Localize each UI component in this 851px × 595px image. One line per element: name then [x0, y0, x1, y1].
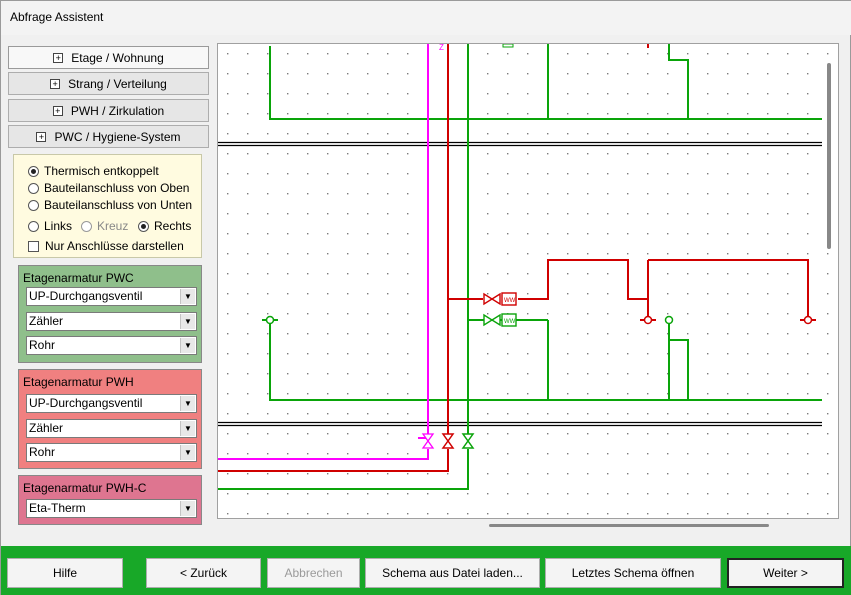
accordion-label: PWC / Hygiene-System — [54, 129, 181, 144]
chevron-down-icon[interactable]: ▼ — [180, 445, 195, 460]
dropdown-value: UP-Durchgangsventil — [29, 289, 143, 303]
open-last-schema-button[interactable]: Letztes Schema öffnen — [545, 558, 721, 588]
group-etagenarmatur-pwc: Etagenarmatur PWC UP-Durchgangsventil ▼ … — [18, 265, 202, 363]
chevron-down-icon[interactable]: ▼ — [180, 338, 195, 353]
button-label: Weiter > — [763, 566, 808, 580]
dropdown-value: Zähler — [29, 421, 64, 435]
radio-icon — [81, 220, 92, 232]
pwh-meter-label: WW — [504, 298, 516, 304]
radio-kreuz[interactable]: Kreuz — [81, 219, 128, 233]
checkbox-icon — [28, 240, 39, 252]
radio-icon — [28, 182, 39, 194]
expand-icon: + — [36, 131, 47, 142]
group-etagenarmatur-pwh-c: Etagenarmatur PWH-C Eta-Therm ▼ — [18, 475, 202, 525]
dropdown-value: Eta-Therm — [29, 501, 86, 515]
dropdown-value: Zähler — [29, 314, 64, 328]
button-label: Schema aus Datei laden... — [382, 566, 523, 580]
dropdown-pwh-zaehler[interactable]: Zähler ▼ — [26, 419, 197, 438]
next-button[interactable]: Weiter > — [727, 558, 844, 588]
accordion-label: Etage / Wohnung — [71, 50, 164, 65]
option-label: Links — [44, 219, 73, 233]
accordion-pwc-hygiene[interactable]: + PWC / Hygiene-System — [8, 125, 209, 148]
chevron-down-icon[interactable]: ▼ — [180, 421, 195, 436]
dropdown-pwhc-armatur[interactable]: Eta-Therm ▼ — [26, 499, 197, 518]
radio-rechts[interactable]: Rechts — [138, 219, 191, 233]
chevron-down-icon[interactable]: ▼ — [180, 314, 195, 329]
option-label: Bauteilanschluss von Unten — [44, 198, 193, 212]
radio-bauteilanschluss-oben[interactable]: Bauteilanschluss von Oben — [28, 181, 189, 195]
dropdown-value: Rohr — [29, 445, 56, 459]
cancel-button[interactable]: Abbrechen — [267, 558, 360, 588]
button-label: Hilfe — [52, 566, 77, 580]
option-label: Nur Anschlüsse darstellen — [45, 239, 184, 253]
schema-canvas[interactable]: Z WW WW — [217, 43, 839, 519]
dropdown-pwc-zaehler[interactable]: Zähler ▼ — [26, 312, 197, 331]
radio-icon — [28, 199, 39, 211]
option-label: Rechts — [154, 219, 192, 233]
chevron-down-icon[interactable]: ▼ — [180, 396, 195, 411]
radio-selected-icon — [28, 165, 39, 177]
grid-background — [218, 44, 838, 518]
radio-links[interactable]: Links — [28, 219, 72, 233]
chevron-down-icon[interactable]: ▼ — [180, 289, 195, 304]
load-schema-button[interactable]: Schema aus Datei laden... — [365, 558, 540, 588]
dropdown-pwc-rohr[interactable]: Rohr ▼ — [26, 336, 197, 355]
help-button[interactable]: Hilfe — [7, 558, 123, 588]
vertical-scrollbar[interactable] — [827, 63, 831, 249]
options-panel: Thermisch entkoppelt Bauteilanschluss vo… — [13, 154, 202, 258]
expand-icon: + — [53, 52, 64, 63]
group-title: Etagenarmatur PWH — [23, 375, 134, 389]
accordion-pwh-zirkulation[interactable]: + PWH / Zirkulation — [8, 99, 209, 122]
dropdown-value: Rohr — [29, 338, 56, 352]
expand-icon: + — [50, 78, 61, 89]
window-title: Abfrage Assistent — [10, 10, 104, 24]
group-etagenarmatur-pwh: Etagenarmatur PWH UP-Durchgangsventil ▼ … — [18, 369, 202, 469]
button-label: < Zurück — [179, 566, 227, 580]
label-z: Z — [439, 44, 444, 52]
accordion-strang-verteilung[interactable]: + Strang / Verteilung — [8, 72, 209, 95]
option-label: Bauteilanschluss von Oben — [44, 181, 190, 195]
title-bar: Abfrage Assistent — [1, 1, 851, 35]
accordion-label: PWH / Zirkulation — [70, 103, 165, 118]
button-label: Letztes Schema öffnen — [571, 566, 695, 580]
back-button[interactable]: < Zurück — [146, 558, 261, 588]
radio-selected-icon — [138, 220, 149, 232]
option-label: Thermisch entkoppelt — [44, 164, 159, 178]
radio-thermisch-entkoppelt[interactable]: Thermisch entkoppelt — [28, 164, 159, 178]
pwc-meter-label: WW — [504, 319, 516, 325]
dropdown-pwh-rohr[interactable]: Rohr ▼ — [26, 443, 197, 462]
dropdown-pwc-armatur[interactable]: UP-Durchgangsventil ▼ — [26, 287, 197, 306]
radio-icon — [28, 220, 39, 232]
expand-icon: + — [52, 105, 63, 116]
accordion-etage-wohnung[interactable]: + Etage / Wohnung — [8, 46, 209, 69]
checkbox-nur-anschluesse[interactable]: Nur Anschlüsse darstellen — [28, 239, 184, 253]
accordion-label: Strang / Verteilung — [68, 76, 167, 91]
dropdown-value: UP-Durchgangsventil — [29, 396, 143, 410]
dialog-window: Abfrage Assistent + Etage / Wohnung + St… — [0, 0, 851, 595]
button-label: Abbrechen — [284, 566, 343, 580]
chevron-down-icon[interactable]: ▼ — [180, 501, 195, 516]
schema-diagram: Z WW WW — [218, 44, 838, 518]
group-title: Etagenarmatur PWC — [23, 271, 134, 285]
radio-bauteilanschluss-unten[interactable]: Bauteilanschluss von Unten — [28, 198, 192, 212]
group-title: Etagenarmatur PWH-C — [23, 481, 147, 495]
dropdown-pwh-armatur[interactable]: UP-Durchgangsventil ▼ — [26, 394, 197, 413]
horizontal-scrollbar[interactable] — [489, 524, 769, 527]
option-label: Kreuz — [97, 219, 129, 233]
